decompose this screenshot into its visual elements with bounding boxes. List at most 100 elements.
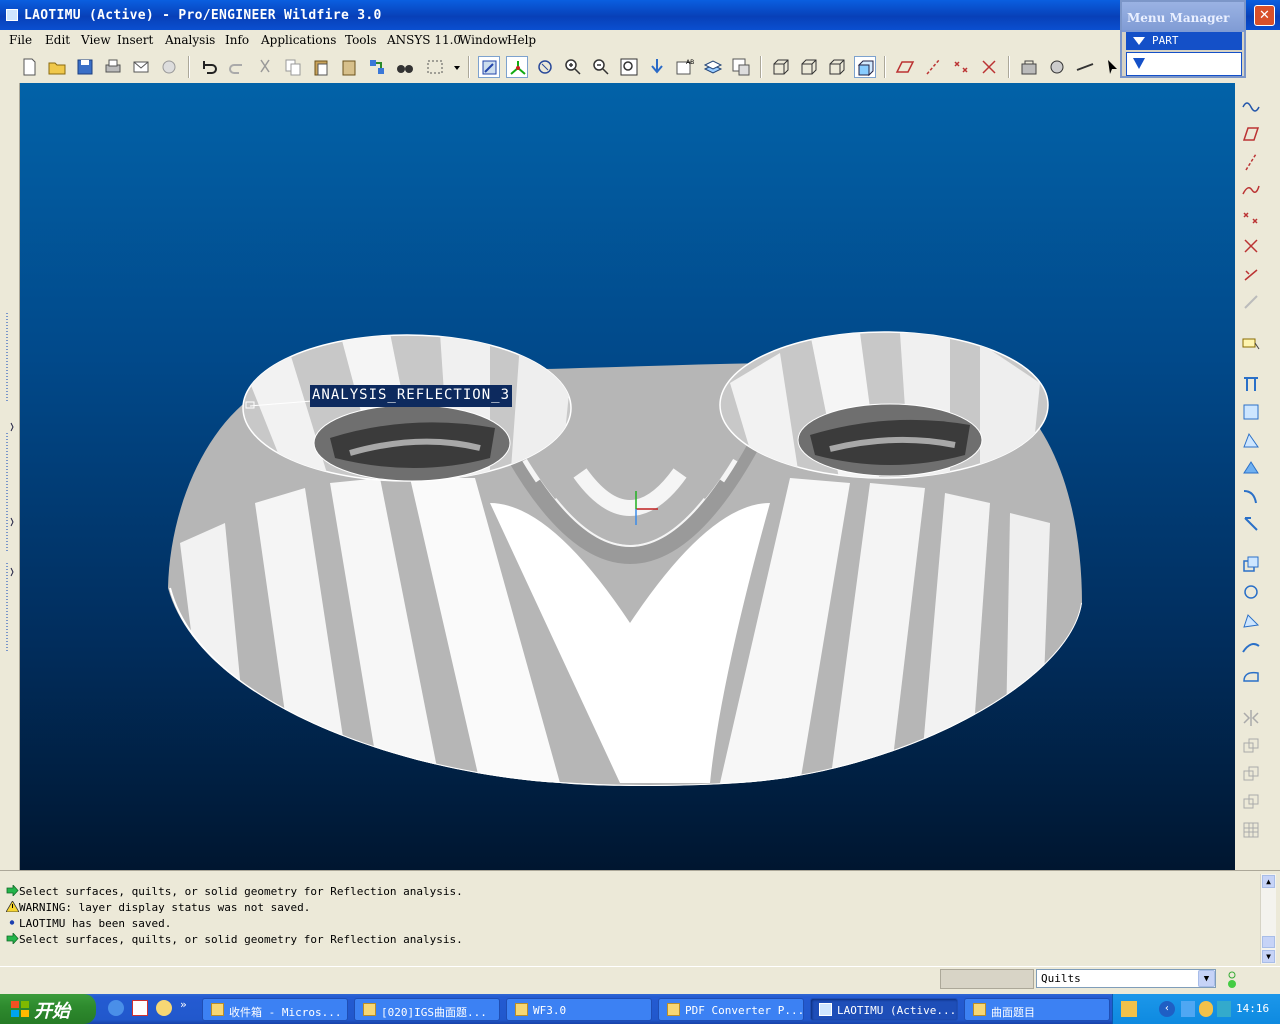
analysis-tool-icon[interactable] xyxy=(1046,56,1068,78)
hole-icon[interactable] xyxy=(1240,553,1262,575)
menu-help[interactable]: Help xyxy=(507,33,536,47)
spin-center-icon[interactable] xyxy=(506,56,528,78)
undo-icon[interactable] xyxy=(198,56,220,78)
taskbar-item-active[interactable]: LAOTIMU (Active... xyxy=(810,998,958,1021)
send-link-icon[interactable] xyxy=(158,56,180,78)
taskbar-item[interactable]: WF3.0 xyxy=(506,998,652,1021)
csys-display-icon[interactable] xyxy=(978,56,1000,78)
regenerate-icon[interactable] xyxy=(366,56,388,78)
chevron-right-icon[interactable]: » xyxy=(180,998,187,1011)
measure-icon[interactable] xyxy=(1074,56,1096,78)
volume-icon[interactable] xyxy=(1217,1001,1231,1017)
outlook-icon[interactable] xyxy=(156,1000,172,1016)
draft-icon[interactable] xyxy=(1240,637,1262,659)
input-method-icon[interactable] xyxy=(1121,1001,1137,1017)
menu-tools[interactable]: Tools xyxy=(345,33,377,47)
blend-icon[interactable] xyxy=(1240,457,1262,479)
scroll-down-icon[interactable]: ▼ xyxy=(1262,950,1275,963)
refit-icon[interactable] xyxy=(618,56,640,78)
wireframe-icon[interactable] xyxy=(770,56,792,78)
shell-icon[interactable] xyxy=(1240,581,1262,603)
menu-view[interactable]: View xyxy=(81,33,111,47)
datum-csys-icon[interactable] xyxy=(1240,235,1262,257)
save-icon[interactable] xyxy=(74,56,96,78)
saved-view-icon[interactable]: AB xyxy=(674,56,696,78)
analysis-label[interactable]: ANALYSIS_REFLECTION_3 xyxy=(310,385,513,407)
chevron-down-icon[interactable]: ▼ xyxy=(1198,970,1215,987)
sketch-tool-icon[interactable] xyxy=(1240,95,1262,117)
analysis-feature-icon[interactable] xyxy=(1240,263,1262,285)
copy-icon[interactable] xyxy=(282,56,304,78)
close-button[interactable]: ✕ xyxy=(1254,5,1275,26)
no-hidden-icon[interactable] xyxy=(826,56,848,78)
paste-icon[interactable] xyxy=(310,56,332,78)
revolve-icon[interactable] xyxy=(1240,401,1262,423)
dropdown-arrow-icon[interactable] xyxy=(446,56,460,78)
navigator-collapse-strip[interactable] xyxy=(0,83,20,870)
sketch-plane-icon[interactable] xyxy=(1240,331,1262,353)
pointer-icon[interactable] xyxy=(1102,56,1118,78)
menu-manager-part-item[interactable]: PART xyxy=(1126,32,1242,50)
sweep-icon[interactable] xyxy=(1240,429,1262,451)
print-icon[interactable] xyxy=(102,56,124,78)
zoom-out-icon[interactable] xyxy=(590,56,612,78)
boundary-blend-icon[interactable] xyxy=(1240,665,1262,687)
rib-icon[interactable] xyxy=(1240,609,1262,631)
find-binoculars-icon[interactable] xyxy=(394,56,416,78)
model-tree-icon[interactable] xyxy=(1018,56,1040,78)
shading-icon[interactable] xyxy=(854,56,876,78)
cut-icon[interactable] xyxy=(254,56,276,78)
new-file-icon[interactable] xyxy=(18,56,40,78)
taskbar-item[interactable]: 曲面题目 xyxy=(964,998,1110,1021)
redo-icon[interactable] xyxy=(226,56,248,78)
extrude-icon[interactable] xyxy=(1240,373,1262,395)
menu-ansys[interactable]: ANSYS 11.0 xyxy=(387,33,461,47)
menu-applications[interactable]: Applications xyxy=(261,33,336,47)
ie-icon[interactable] xyxy=(108,1000,124,1016)
acrobat-icon[interactable] xyxy=(132,1000,148,1016)
paste-special-icon[interactable] xyxy=(338,56,360,78)
menu-insert[interactable]: Insert xyxy=(117,33,153,47)
hidden-line-icon[interactable] xyxy=(798,56,820,78)
zoom-in-icon[interactable] xyxy=(562,56,584,78)
datum-point-display-icon[interactable] xyxy=(950,56,972,78)
reorient-icon[interactable] xyxy=(646,56,668,78)
menu-edit[interactable]: Edit xyxy=(45,33,70,47)
scroll-up-icon[interactable]: ▲ xyxy=(1262,875,1275,888)
view-manager-icon[interactable] xyxy=(730,56,752,78)
tray-expand-icon[interactable]: ‹ xyxy=(1159,1001,1175,1017)
taskbar-item[interactable]: [020]IGS曲面题... xyxy=(354,998,500,1021)
menu-manager-submenu[interactable] xyxy=(1126,52,1242,76)
datum-axis-icon[interactable] xyxy=(1240,151,1262,173)
layers-icon[interactable] xyxy=(702,56,724,78)
select-box-icon[interactable] xyxy=(424,56,446,78)
clock[interactable]: 14:16 xyxy=(1236,1002,1269,1015)
message-line: Select surfaces, quilts, or solid geomet… xyxy=(6,933,463,946)
taskbar-item[interactable]: 收件箱 - Micros... xyxy=(202,998,348,1021)
warning-icon xyxy=(6,901,19,912)
menu-info[interactable]: Info xyxy=(225,33,249,47)
datum-plane-icon[interactable] xyxy=(1240,123,1262,145)
scroll-thumb[interactable] xyxy=(1262,936,1275,948)
message-scrollbar[interactable]: ▲ ▼ xyxy=(1260,874,1276,964)
chamfer-icon[interactable] xyxy=(1240,513,1262,535)
outlook-tray-icon[interactable] xyxy=(1199,1001,1213,1017)
selection-filter-select[interactable]: Quilts xyxy=(1036,969,1216,988)
repaint-icon[interactable] xyxy=(478,56,500,78)
network-icon[interactable] xyxy=(1181,1001,1195,1017)
taskbar-item[interactable]: PDF Converter P... xyxy=(658,998,804,1021)
menu-analysis[interactable]: Analysis xyxy=(165,33,215,47)
model-render[interactable] xyxy=(20,83,1235,870)
send-mail-icon[interactable] xyxy=(130,56,152,78)
graphics-viewport[interactable]: ANALYSIS_REFLECTION_3 xyxy=(20,83,1235,870)
orient-mode-icon[interactable] xyxy=(534,56,556,78)
datum-point-icon[interactable] xyxy=(1240,207,1262,229)
pdf-converter-icon xyxy=(667,1003,680,1016)
datum-plane-display-icon[interactable] xyxy=(894,56,916,78)
datum-curve-icon[interactable] xyxy=(1240,179,1262,201)
menu-window[interactable]: Window xyxy=(459,33,508,47)
datum-axis-display-icon[interactable] xyxy=(922,56,944,78)
open-folder-icon[interactable] xyxy=(46,56,68,78)
round-icon[interactable] xyxy=(1240,485,1262,507)
menu-file[interactable]: File xyxy=(9,33,32,47)
